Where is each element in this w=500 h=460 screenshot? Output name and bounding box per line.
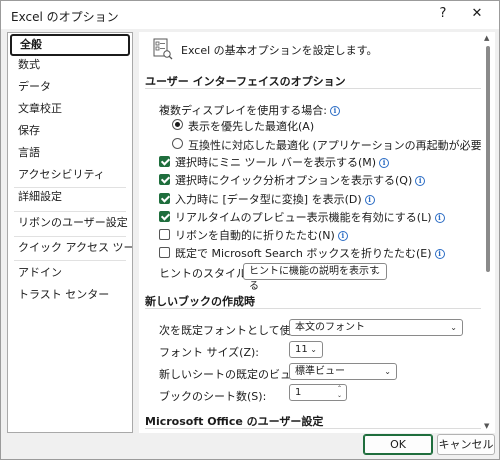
info-icon: i [337, 231, 348, 241]
radio-optimize-compat[interactable] [172, 138, 183, 149]
checkbox-mini-toolbar[interactable] [159, 156, 170, 167]
checkbox-quick-analysis-label[interactable]: 選択時にクイック分析オプションを表示する(Q) i [175, 172, 426, 188]
font-size-value: 11 [295, 344, 308, 355]
default-view-value: 標準ビュー [295, 366, 345, 377]
chevron-down-icon: ⌄ [384, 367, 391, 376]
sheet-count-value: 1 [295, 387, 302, 398]
checkbox-mini-toolbar-label[interactable]: 選択時にミニ ツール バーを表示する(M) i [175, 154, 390, 170]
section-divider [145, 428, 489, 429]
default-view-select[interactable]: 標準ビュー ⌄ [289, 363, 397, 380]
sidebar-divider [14, 260, 126, 261]
checkbox-live-preview[interactable] [159, 211, 170, 222]
radio-optimize-display[interactable] [172, 119, 183, 130]
sidebar-item-trust-center[interactable]: トラスト センター [8, 284, 132, 306]
chevron-down-icon: ⌄ [310, 345, 317, 354]
info-icon: i [434, 249, 445, 259]
info-icon: i [434, 213, 445, 223]
scroll-down-icon[interactable]: ▼ [484, 422, 489, 430]
page-header: Excel の基本オプションを設定します。 [181, 44, 378, 57]
section-title-ui-options: ユーザー インターフェイスのオプション [145, 75, 346, 88]
checkbox-live-preview-label[interactable]: リアルタイムのプレビュー表示機能を有効にする(L) i [175, 209, 445, 225]
sidebar-item-advanced[interactable]: 詳細設定 [8, 186, 132, 208]
section-title-office: Microsoft Office のユーザー設定 [145, 415, 324, 428]
sidebar-item-save[interactable]: 保存 [8, 120, 132, 142]
chevron-down-icon: ⌄ [374, 267, 381, 276]
help-button[interactable]: ? [431, 3, 455, 25]
font-size-label: フォント サイズ(Z): [159, 346, 259, 359]
radio-optimize-display-label[interactable]: 表示を優先した最適化(A) [188, 118, 314, 134]
multi-display-label: 複数ディスプレイを使用する場合: i [159, 102, 340, 118]
checkbox-data-type[interactable] [159, 193, 170, 204]
tooltip-style-value: ヒントに機能の説明を表示する [249, 266, 379, 292]
close-button[interactable]: ✕ [465, 3, 489, 25]
sheet-count-spinner[interactable]: 1 ⌃ ⌄ [289, 384, 347, 401]
title-bar: Excel のオプション ? ✕ [1, 1, 499, 29]
sidebar-item-proofing[interactable]: 文章校正 [8, 98, 132, 120]
sidebar-item-data[interactable]: データ [8, 76, 132, 98]
info-icon: i [379, 158, 390, 168]
ok-button[interactable]: OK [363, 434, 433, 455]
checkbox-collapse-search-label[interactable]: 既定で Microsoft Search ボックスを折りたたむ(E) i [175, 245, 445, 261]
sidebar-item-quick-access-toolbar[interactable]: クイック アクセス ツール バー [8, 237, 132, 259]
scroll-thumb[interactable] [486, 46, 490, 272]
info-icon: i [329, 106, 340, 116]
font-size-select[interactable]: 11 ⌄ [289, 341, 323, 358]
checkbox-collapse-search[interactable] [159, 247, 170, 258]
default-font-select[interactable]: 本文のフォント ⌄ [289, 319, 463, 336]
sidebar-item-add-ins[interactable]: アドイン [8, 262, 132, 284]
spinner-arrows-icon[interactable]: ⌃ ⌄ [337, 385, 342, 399]
excel-options-dialog: Excel のオプション ? ✕ 全般 数式 データ 文章校正 保存 言語 アク… [0, 0, 500, 460]
section-divider [145, 308, 489, 309]
options-template-icon [153, 38, 173, 60]
checkbox-quick-analysis[interactable] [159, 174, 170, 185]
info-icon: i [415, 176, 426, 186]
info-icon: i [364, 195, 375, 205]
scroll-up-icon[interactable]: ▲ [484, 34, 489, 42]
section-title-new-workbook: 新しいブックの作成時 [145, 295, 255, 308]
vertical-scrollbar[interactable]: ▲ ▼ [481, 32, 495, 433]
sheet-count-label: ブックのシート数(S): [159, 390, 267, 403]
checkbox-data-type-label[interactable]: 入力時に [データ型に変換] を表示(D) i [175, 191, 375, 207]
chevron-down-icon: ⌄ [450, 323, 457, 332]
tooltip-style-select[interactable]: ヒントに機能の説明を表示する ⌄ [243, 263, 387, 292]
sidebar-item-language[interactable]: 言語 [8, 142, 132, 164]
checkbox-collapse-ribbon[interactable] [159, 229, 170, 240]
radio-optimize-compat-label[interactable]: 互換性に対応した最適化 (アプリケーションの再起動が必要)(C) [188, 137, 495, 153]
sidebar-item-accessibility[interactable]: アクセシビリティ [8, 164, 132, 186]
sidebar-item-general[interactable]: 全般 [10, 34, 130, 56]
sidebar-item-formulas[interactable]: 数式 [8, 54, 132, 76]
checkbox-collapse-ribbon-label[interactable]: リボンを自動的に折りたたむ(N) i [175, 227, 348, 243]
default-font-value: 本文のフォント [295, 322, 365, 333]
category-sidebar: 全般 数式 データ 文章校正 保存 言語 アクセシビリティ 詳細設定 リボンのユ… [7, 32, 133, 433]
section-divider [145, 88, 489, 89]
cancel-button[interactable]: キャンセル [437, 434, 495, 455]
window-title: Excel のオプション [11, 10, 119, 24]
general-options-pane: Excel の基本オプションを設定します。 ユーザー インターフェイスのオプショ… [139, 32, 495, 433]
sidebar-item-customize-ribbon[interactable]: リボンのユーザー設定 [8, 212, 132, 234]
